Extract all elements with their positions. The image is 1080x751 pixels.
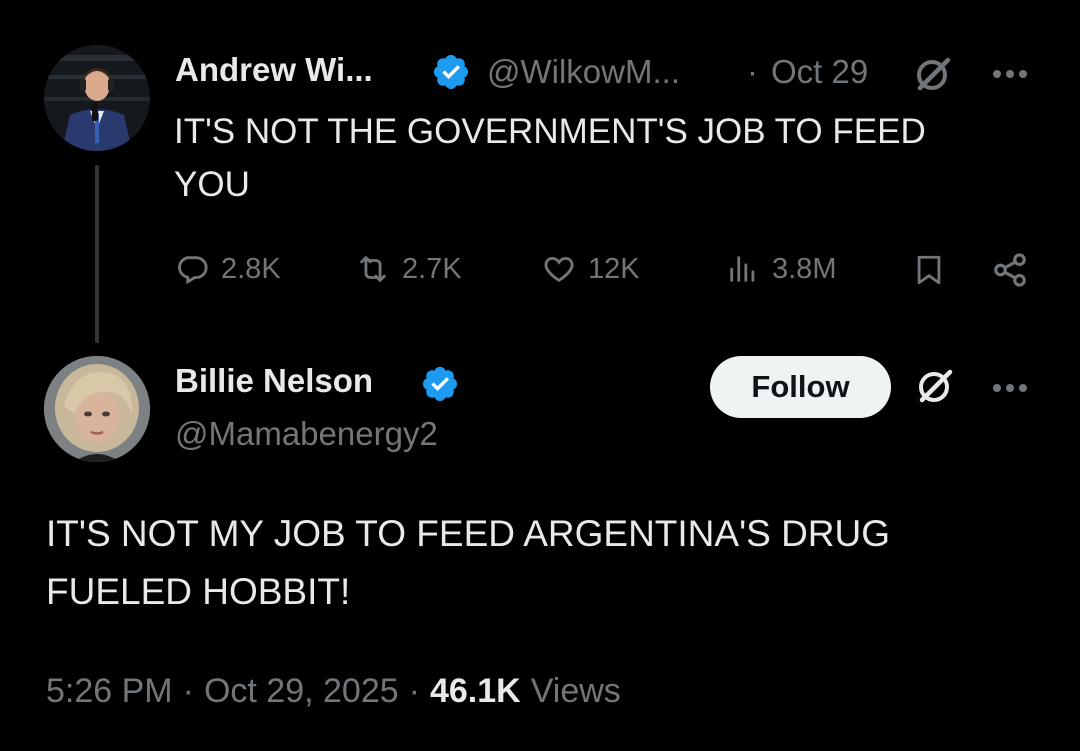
reply-icon <box>178 256 208 285</box>
more-icon[interactable] <box>988 374 1032 402</box>
avatar-billie[interactable] <box>44 356 150 462</box>
views-action[interactable]: 3.8M <box>726 249 836 289</box>
reply-tweet-text: IT'S NOT MY JOB TO FEED ARGENTINA'S DRUG… <box>46 513 891 612</box>
like-count: 12K <box>588 252 640 285</box>
thread-connector-line <box>95 165 99 343</box>
author-handle-andrew[interactable]: @WilkowM... <box>487 53 680 91</box>
follow-button[interactable]: Follow <box>710 356 891 418</box>
like-icon <box>544 256 574 282</box>
reply-views-count: 46.1K <box>429 672 521 710</box>
repost-icon <box>360 256 386 282</box>
bookmark-icon[interactable] <box>909 250 949 290</box>
grok-icon[interactable] <box>914 366 958 406</box>
verified-badge-icon[interactable] <box>431 52 471 92</box>
tweet-time[interactable]: 5:26 PM <box>46 672 173 711</box>
verified-badge-icon[interactable] <box>420 364 460 404</box>
author-name-billie[interactable]: Billie Nelson <box>175 362 373 400</box>
separator-dot: · <box>408 672 420 710</box>
reply-action[interactable]: 2.8K <box>175 249 281 289</box>
views-icon <box>730 256 755 282</box>
original-tweet-text: IT'S NOT THE GOVERNMENT'S JOB TO FEED YO… <box>174 112 926 204</box>
views-count: 3.8M <box>772 252 837 285</box>
like-action[interactable]: 12K <box>542 249 640 289</box>
avatar-billie-image <box>44 356 150 462</box>
share-icon[interactable] <box>988 250 1032 290</box>
grok-icon[interactable] <box>912 54 956 94</box>
more-icon[interactable] <box>988 60 1032 88</box>
author-handle-billie[interactable]: @Mamabenergy2 <box>175 415 438 453</box>
reply-count: 2.8K <box>221 252 281 285</box>
repost-action[interactable]: 2.7K <box>356 249 462 289</box>
avatar-andrew[interactable] <box>44 45 150 151</box>
date-separator-dot: · <box>747 53 758 90</box>
repost-count: 2.7K <box>402 252 462 285</box>
tweet-metadata: 5:26 PM · Oct 29, 2025 · 46.1K Views <box>46 672 621 711</box>
tweet-full-date[interactable]: Oct 29, 2025 <box>204 672 399 711</box>
separator-dot: · <box>182 672 194 710</box>
views-label: Views <box>530 672 621 710</box>
avatar-andrew-image <box>44 45 150 151</box>
tweet-date[interactable]: Oct 29 <box>771 53 868 91</box>
author-name-andrew[interactable]: Andrew Wi... <box>175 51 373 89</box>
